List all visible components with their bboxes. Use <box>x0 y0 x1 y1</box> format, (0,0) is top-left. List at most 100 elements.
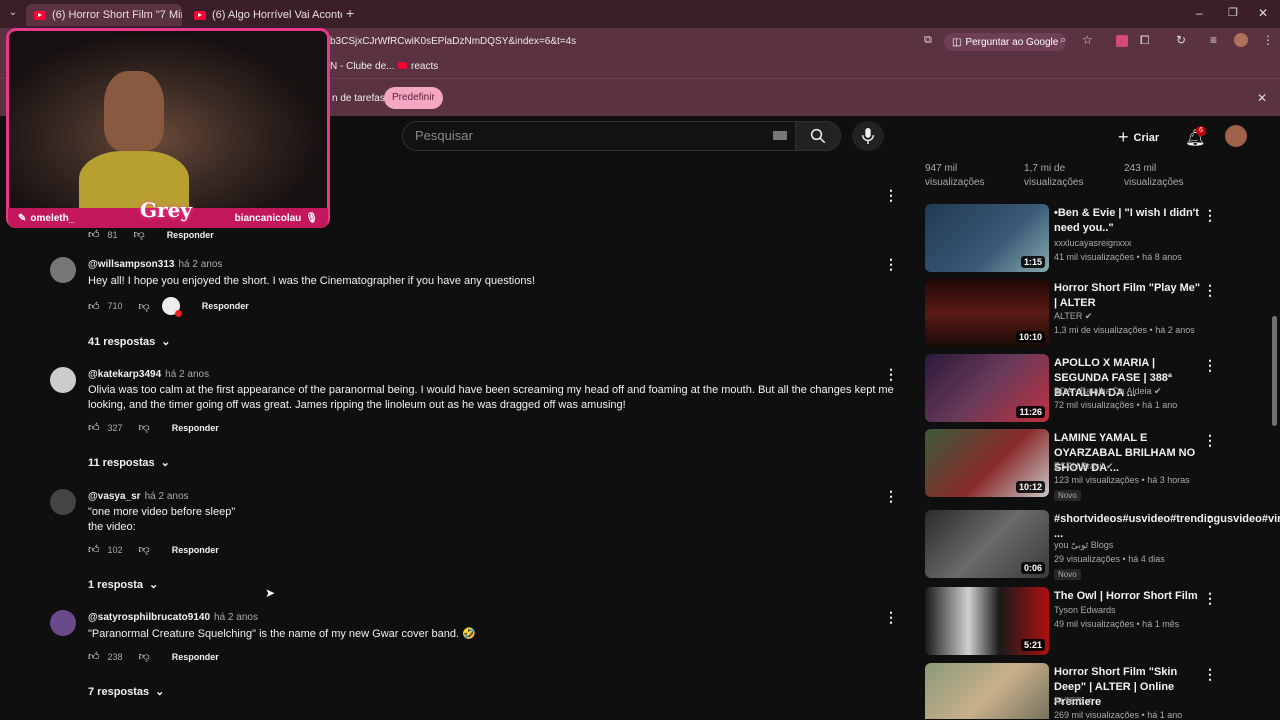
extensions-puzzle-icon[interactable]: ⧠ <box>1140 33 1150 48</box>
comment-menu-icon[interactable]: ⋮ <box>884 257 898 271</box>
bookmark-reacts[interactable]: reacts <box>411 61 438 72</box>
comment-menu-icon[interactable]: ⋮ <box>884 489 898 503</box>
view-replies-button[interactable]: 7 respostas ⌄ <box>88 685 164 699</box>
video-title[interactable]: #shortvideos#usvideo#trendingusvideo#vir… <box>1054 512 1280 542</box>
tab-algo-horrivel[interactable]: (6) Algo Horrível Vai Acontecer ✕ <box>186 4 342 26</box>
video-thumbnail[interactable]: 11:26 <box>925 354 1049 422</box>
comment-author[interactable]: @vasya_sr <box>88 491 141 502</box>
page-scrollbar[interactable] <box>1272 316 1277 426</box>
comment-author[interactable]: @katekarp3494 <box>88 369 161 380</box>
avatar[interactable] <box>50 257 76 283</box>
video-menu-icon[interactable]: ⋮ <box>1203 283 1217 297</box>
video-thumbnail[interactable] <box>925 663 1049 719</box>
search-input[interactable]: Pesquisar <box>402 121 796 151</box>
like-icon[interactable]: 👍︎ <box>88 228 100 241</box>
like-icon[interactable]: 👍︎ <box>88 421 100 434</box>
dislike-icon[interactable]: 👎︎ <box>139 421 150 434</box>
recommended-video[interactable]: 1:15 •Ben & Evie | "I wish I didn't need… <box>925 204 1225 274</box>
comment-author[interactable]: @willsampson313 <box>88 259 174 270</box>
tab-horror-short-film[interactable]: (6) Horror Short Film "7 Minut ✕ <box>26 4 182 26</box>
comment-author[interactable]: @satyrosphilbrucato9140 <box>88 612 210 623</box>
channel-name[interactable]: BDA - Batalha Da Aldeia ✔ <box>1054 386 1162 397</box>
infobar-close-icon[interactable]: ✕ <box>1257 91 1267 105</box>
video-menu-icon[interactable]: ⋮ <box>1203 433 1217 447</box>
dislike-icon[interactable]: 👎︎ <box>134 228 145 241</box>
comment-menu-icon[interactable]: ⋮ <box>884 610 898 624</box>
video-thumbnail[interactable]: 0:06 <box>925 510 1049 578</box>
bookmark-clube[interactable]: N - Clube de... <box>330 61 394 72</box>
tab-search-icon[interactable]: ⌄ <box>6 7 20 21</box>
view-replies-button[interactable]: 41 respostas ⌄ <box>88 335 170 349</box>
like-icon[interactable]: 👍︎ <box>88 543 100 556</box>
media-icon[interactable]: ≡ <box>1210 33 1217 47</box>
channel-name[interactable]: Tyson Edwards <box>1054 605 1116 615</box>
video-menu-icon[interactable]: ⋮ <box>1203 514 1217 528</box>
recommended-video[interactable]: Horror Short Film "Skin Deep" | ALTER | … <box>925 663 1225 719</box>
comment-time[interactable]: há 2 anos <box>145 491 189 502</box>
reply-button[interactable]: Responder <box>202 301 249 311</box>
profile-avatar[interactable] <box>1234 33 1248 47</box>
extension-icon[interactable] <box>1116 35 1128 47</box>
dislike-icon[interactable]: 👎︎ <box>139 543 150 556</box>
like-icon[interactable]: 👍︎ <box>88 650 100 663</box>
like-icon[interactable]: 👍︎ <box>88 300 100 313</box>
keyboard-icon[interactable] <box>773 131 787 140</box>
channel-name[interactable]: ALTER ✔ <box>1054 696 1092 707</box>
avatar[interactable] <box>50 367 76 393</box>
avatar[interactable] <box>50 610 76 636</box>
video-menu-icon[interactable]: ⋮ <box>1203 208 1217 222</box>
new-tab-button[interactable]: + <box>346 5 354 21</box>
video-thumbnail[interactable]: 1:15 <box>925 204 1049 272</box>
channel-name[interactable]: you ٹوبیّ Blogs <box>1054 540 1113 551</box>
video-menu-icon[interactable]: ⋮ <box>1203 667 1217 681</box>
recommended-video[interactable]: 10:12 LAMINE YAMAL E OYARZABAL BRILHAM N… <box>925 429 1225 501</box>
recommended-video[interactable]: 5:21 The Owl | Horror Short Film Tyson E… <box>925 587 1225 657</box>
recommended-video[interactable]: 0:06 #shortvideos#usvideo#trendingusvide… <box>925 510 1280 580</box>
bookmark-star-icon[interactable]: ☆ <box>1082 33 1093 47</box>
recommended-video[interactable]: 10:10 Horror Short Film "Play Me" | ALTE… <box>925 279 1225 349</box>
video-thumbnail[interactable]: 10:10 <box>925 279 1049 347</box>
video-menu-icon[interactable]: ⋮ <box>1203 358 1217 372</box>
install-icon[interactable]: ⧉ <box>924 34 932 47</box>
maximize-icon[interactable]: ❐ <box>1228 6 1238 19</box>
comment-menu-icon[interactable]: ⋮ <box>884 367 898 381</box>
video-title[interactable]: Horror Short Film "Play Me" | ALTER <box>1054 281 1204 311</box>
dislike-icon[interactable]: 👎︎ <box>139 650 150 663</box>
video-thumbnail[interactable]: 10:12 <box>925 429 1049 497</box>
like-count: 102 <box>107 544 123 555</box>
comment-text-line2: the video: <box>88 521 136 533</box>
default-button[interactable]: Predefinir <box>384 87 443 109</box>
reply-button[interactable]: Responder <box>167 230 214 240</box>
pencil-icon: ✎ <box>18 212 27 224</box>
voice-search-button[interactable] <box>852 121 884 151</box>
channel-name[interactable]: xxxlucayasreignxxx <box>1054 238 1132 248</box>
comment-time[interactable]: há 2 anos <box>214 612 258 623</box>
zoom-icon[interactable]: ⌕ <box>1060 34 1066 47</box>
minimize-icon[interactable]: – <box>1196 6 1203 20</box>
video-thumbnail[interactable]: 5:21 <box>925 587 1049 655</box>
video-menu-icon[interactable]: ⋮ <box>1203 591 1217 605</box>
window-close-icon[interactable]: ✕ <box>1258 6 1268 20</box>
create-button[interactable]: + Criar <box>1118 127 1159 148</box>
comment-time[interactable]: há 2 anos <box>165 369 209 380</box>
reply-button[interactable]: Responder <box>172 652 219 662</box>
history-icon[interactable]: ↻ <box>1176 33 1186 47</box>
recommended-video[interactable]: 11:26 APOLLO X MARIA | SEGUNDA FASE | 38… <box>925 354 1225 424</box>
search-button[interactable] <box>795 121 841 151</box>
video-title[interactable]: •Ben & Evie | "I wish I didn't need you.… <box>1054 206 1204 236</box>
reply-button[interactable]: Responder <box>172 423 219 433</box>
comment-time[interactable]: há 2 anos <box>178 259 222 270</box>
view-replies-button[interactable]: 11 respostas ⌄ <box>88 456 170 470</box>
account-avatar[interactable] <box>1225 125 1247 147</box>
dislike-icon[interactable]: 👎︎ <box>139 300 150 313</box>
avatar[interactable] <box>50 489 76 515</box>
channel-name[interactable]: ALTER ✔ <box>1054 311 1092 322</box>
view-replies-button[interactable]: 1 resposta ⌄ <box>88 578 158 592</box>
comment-menu-icon[interactable]: ⋮ <box>884 188 898 202</box>
reply-button[interactable]: Responder <box>172 545 219 555</box>
menu-icon[interactable]: ⋮ <box>1262 33 1274 47</box>
video-title[interactable]: The Owl | Horror Short Film <box>1054 589 1204 604</box>
ask-google-button[interactable]: ◫ Perguntar ao Google <box>944 33 1067 51</box>
address-bar[interactable]: b3CSjxCJrWfRCwiK0sEPlaDzNmDQSY&index=6&t… <box>330 36 576 47</box>
channel-name[interactable]: ESPN Brasil ✔ <box>1054 461 1114 472</box>
